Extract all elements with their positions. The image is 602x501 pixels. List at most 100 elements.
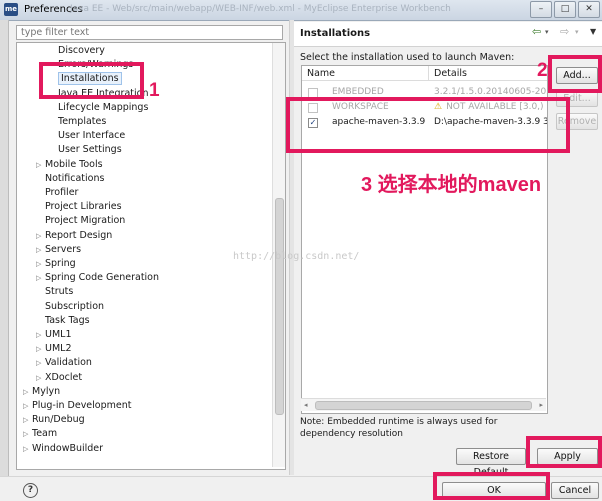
- tree-item-label: Project Migration: [45, 215, 126, 227]
- tree-item[interactable]: ▷ UML1: [36, 328, 72, 342]
- annotation-number-1: 1: [149, 80, 160, 101]
- tree-item-label: UML2: [45, 343, 72, 355]
- back-arrow-icon[interactable]: ⇦: [532, 25, 541, 38]
- tree-item-label: UML1: [45, 329, 72, 340]
- tree-item[interactable]: ▷ Report Design: [36, 229, 112, 243]
- tree-item-label: User Settings: [58, 144, 122, 156]
- column-header-name[interactable]: Name: [302, 66, 429, 81]
- tree-item-label: Mylyn: [32, 385, 61, 397]
- tree-item-label: Templates: [58, 116, 107, 127]
- background-window-edge: [0, 20, 9, 500]
- scroll-left-arrow-icon[interactable]: ◂: [304, 399, 308, 411]
- expand-arrow-icon[interactable]: ▷: [36, 271, 45, 285]
- tree-item[interactable]: ▷ Spring Code Generation: [36, 271, 159, 285]
- page-title: Installations: [300, 28, 371, 39]
- tree-item[interactable]: Struts: [36, 285, 73, 299]
- expand-arrow-icon[interactable]: ▷: [36, 158, 45, 172]
- annotation-box-installations: [39, 62, 144, 99]
- splitter-sash[interactable]: [289, 20, 294, 475]
- maximize-button[interactable]: □: [554, 1, 576, 18]
- watermark-text: http://blog.csdn.net/: [233, 251, 360, 262]
- tree-item-label: Report Design: [45, 229, 113, 241]
- annotation-box-apply: [526, 436, 602, 468]
- tree-item-label: XDoclet: [45, 371, 83, 383]
- help-icon[interactable]: ?: [23, 483, 38, 498]
- expand-arrow-icon[interactable]: ▷: [36, 342, 45, 356]
- installations-description: Select the installation used to launch M…: [300, 52, 515, 63]
- tree-item-label: WindowBuilder: [32, 442, 104, 454]
- table-horizontal-scrollbar[interactable]: ◂ ▸: [301, 398, 546, 411]
- embedded-runtime-note: Note: Embedded runtime is always used fo…: [300, 417, 498, 439]
- tree-item[interactable]: ▷ UML2: [36, 342, 72, 356]
- tree-item[interactable]: Notifications: [36, 172, 104, 186]
- tree-item[interactable]: Project Migration: [36, 214, 125, 228]
- annotation-step-3: 3 选择本地的maven: [361, 174, 542, 196]
- annotation-box-maven-row: [286, 97, 570, 153]
- tree-item[interactable]: ▷ Plug-in Development: [23, 399, 131, 413]
- tree-item-label: Project Libraries: [45, 201, 122, 213]
- tree-item-label: Struts: [45, 286, 74, 298]
- background-window-title: Java EE - Web/src/main/webapp/WEB-INF/we…: [70, 4, 451, 14]
- tree-item[interactable]: Lifecycle Mappings: [49, 101, 148, 115]
- tree-item-label: Profiler: [45, 187, 79, 198]
- tree-item-label: Servers: [45, 243, 82, 255]
- tree-item-label: Spring: [45, 258, 76, 269]
- tree-item[interactable]: Project Libraries: [36, 200, 122, 214]
- expand-arrow-icon[interactable]: ▷: [23, 427, 32, 441]
- table-scrollbar-thumb[interactable]: [315, 401, 532, 410]
- back-history-dropdown-icon[interactable]: ▾: [545, 28, 549, 36]
- expand-arrow-icon[interactable]: ▷: [36, 229, 45, 243]
- tree-item-label: Discovery: [58, 45, 105, 56]
- expand-arrow-icon[interactable]: ▷: [23, 399, 32, 413]
- minimize-button[interactable]: –: [530, 1, 552, 18]
- view-menu-icon[interactable]: ▼: [590, 27, 596, 36]
- myeclipse-app-icon: me: [4, 3, 18, 16]
- annotation-box-ok: [433, 472, 550, 500]
- tree-item-label: Subscription: [45, 300, 105, 312]
- tree-item[interactable]: ▷ Run/Debug: [23, 413, 85, 427]
- expand-arrow-icon[interactable]: ▷: [36, 328, 45, 342]
- tree-item[interactable]: Profiler: [36, 186, 78, 200]
- expand-arrow-icon[interactable]: ▷: [36, 371, 45, 385]
- tree-item[interactable]: ▷ Validation: [36, 356, 92, 370]
- expand-arrow-icon[interactable]: ▷: [36, 356, 45, 370]
- tree-item[interactable]: User Interface: [49, 129, 125, 143]
- annotation-number-2: 2: [537, 60, 548, 81]
- tree-item[interactable]: Task Tags: [36, 314, 90, 328]
- expand-arrow-icon[interactable]: ▷: [36, 257, 45, 271]
- tree-scrollbar-thumb[interactable]: [275, 198, 284, 415]
- cancel-button[interactable]: Cancel: [551, 482, 599, 499]
- tree-item[interactable]: ▷ Spring: [36, 257, 76, 271]
- tree-item[interactable]: Discovery: [49, 44, 105, 58]
- forward-arrow-icon[interactable]: ⇨: [560, 25, 569, 38]
- tree-item[interactable]: ▷ Team: [23, 427, 57, 441]
- tree-item-label: Spring Code Generation: [45, 272, 160, 284]
- tree-item-label: User Interface: [58, 130, 126, 142]
- expand-arrow-icon[interactable]: ▷: [36, 243, 45, 257]
- expand-arrow-icon[interactable]: ▷: [23, 413, 32, 427]
- tree-item-label: Notifications: [45, 172, 105, 184]
- tree-item-label: Run/Debug: [32, 414, 85, 426]
- scroll-right-arrow-icon[interactable]: ▸: [539, 399, 543, 411]
- expand-arrow-icon[interactable]: ▷: [23, 442, 32, 456]
- close-button[interactable]: ✕: [578, 1, 600, 18]
- installation-details-text: 3.2.1/1.5.0.20140605-2032: [434, 87, 548, 97]
- filter-input[interactable]: [16, 25, 283, 40]
- annotation-box-add: [548, 55, 602, 93]
- tree-item[interactable]: ▷ XDoclet: [36, 371, 82, 385]
- column-header-details[interactable]: Details: [429, 66, 547, 81]
- restore-defaults-button[interactable]: Restore Default: [456, 448, 526, 478]
- forward-history-dropdown-icon[interactable]: ▾: [575, 28, 579, 36]
- tree-item[interactable]: User Settings: [49, 143, 122, 157]
- tree-item-label: Team: [32, 428, 58, 440]
- tree-item[interactable]: ▷ Mobile Tools: [36, 158, 103, 172]
- tree-item[interactable]: Templates: [49, 115, 106, 129]
- tree-item-label: Mobile Tools: [45, 158, 103, 170]
- tree-item[interactable]: Subscription: [36, 300, 104, 314]
- tree-item[interactable]: ▷ WindowBuilder: [23, 442, 103, 456]
- expand-arrow-icon[interactable]: ▷: [23, 385, 32, 399]
- tree-item[interactable]: ▷ Mylyn: [23, 385, 60, 399]
- tree-item[interactable]: ▷ Servers: [36, 243, 81, 257]
- tree-item-label: Validation: [45, 357, 92, 369]
- tree-item-label: Lifecycle Mappings: [58, 101, 149, 113]
